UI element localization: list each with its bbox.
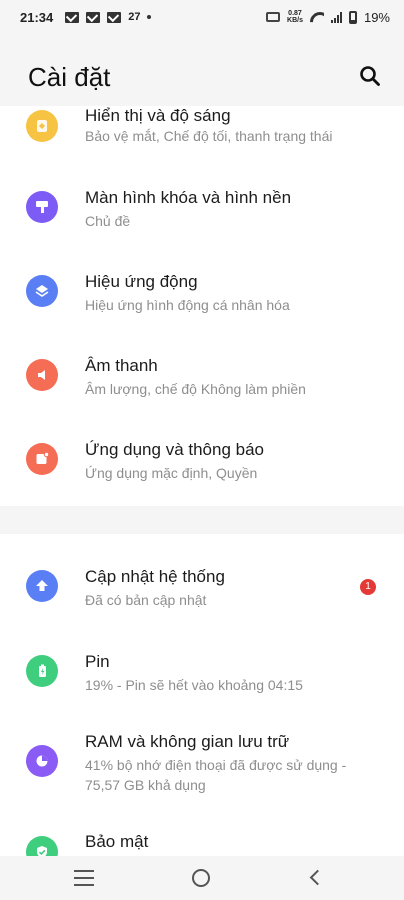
mail-notification-icon — [65, 11, 80, 23]
system-nav-bar — [0, 856, 404, 900]
setting-animations[interactable]: Hiệu ứng động Hiệu ứng hình động cá nhân… — [0, 250, 404, 334]
battery-status-icon — [348, 10, 357, 24]
setting-ram-storage[interactable]: RAM và không gian lưu trữ 41% bộ nhớ điệ… — [0, 702, 404, 806]
setting-subtitle: Chủ đề — [85, 213, 131, 229]
setting-apps-notifications[interactable]: Ứng dụng và thông báo Ứng dụng mặc định,… — [0, 418, 404, 502]
setting-subtitle: 19% - Pin sẽ hết vào khoảng 04:15 — [85, 677, 303, 693]
pie-chart-icon — [26, 745, 58, 777]
shield-check-icon — [26, 836, 58, 856]
signal-icon — [330, 11, 342, 23]
setting-subtitle: Hiệu ứng hình động cá nhân hóa — [85, 297, 290, 313]
speaker-icon — [26, 359, 58, 391]
settings-group-1: Hiển thị và độ sáng Bảo vệ mắt, Chế độ t… — [0, 106, 404, 506]
setting-title: RAM và không gian lưu trữ — [85, 732, 290, 751]
back-chevron-icon[interactable] — [309, 869, 326, 886]
search-icon — [360, 66, 380, 86]
setting-battery[interactable]: Pin 19% - Pin sẽ hết vào khoảng 04:15 — [0, 638, 404, 702]
network-speed-value: 0.87 — [288, 10, 302, 17]
status-bar: 21:34 27 0.87 KB/s 19% — [0, 0, 404, 34]
setting-subtitle: Bảo vệ mắt, Chế độ tối, thanh trạng thái — [85, 128, 333, 144]
wifi-icon — [310, 12, 324, 23]
setting-sound[interactable]: Âm thanh Âm lượng, chế độ Không làm phiề… — [0, 334, 404, 418]
battery-icon — [26, 655, 58, 687]
setting-subtitle: Ứng dụng mặc định, Quyền — [85, 465, 258, 481]
menu-icon[interactable] — [74, 870, 94, 886]
setting-title: Hiển thị và độ sáng — [85, 106, 231, 125]
brightness-icon — [26, 110, 58, 142]
setting-title: Âm thanh — [85, 356, 158, 375]
settings-group-2: Cập nhật hệ thống Đã có bản cập nhật 1 P… — [0, 534, 404, 856]
search-button[interactable] — [358, 64, 382, 88]
setting-title: Ứng dụng và thông báo — [85, 440, 264, 459]
status-right: 0.87 KB/s 19% — [266, 10, 390, 25]
setting-title: Hiệu ứng động — [85, 272, 198, 291]
mail-notification-icon — [107, 11, 122, 23]
network-speed: 0.87 KB/s — [287, 10, 303, 24]
setting-title: Bảo mật — [85, 832, 149, 851]
settings-screen: 21:34 27 0.87 KB/s 19% Cài đặt Hiển thị … — [0, 0, 404, 900]
temperature-text: 27 — [128, 11, 141, 23]
status-time: 21:34 — [20, 9, 54, 25]
setting-lockscreen-wallpaper[interactable]: Màn hình khóa và hình nền Chủ đề — [0, 166, 404, 250]
setting-title: Pin — [85, 652, 110, 671]
setting-subtitle: Âm lượng, chế độ Không làm phiền — [85, 381, 306, 397]
app-notification-icon — [26, 443, 58, 475]
update-arrow-icon — [26, 570, 58, 602]
more-notifications-dot-icon — [146, 15, 151, 19]
header: Cài đặt — [0, 34, 404, 106]
setting-title: Màn hình khóa và hình nền — [85, 188, 292, 207]
setting-system-update[interactable]: Cập nhật hệ thống Đã có bản cập nhật 1 — [0, 534, 404, 638]
home-circle-icon[interactable] — [192, 869, 210, 887]
layers-icon — [26, 275, 58, 307]
page-title: Cài đặt — [28, 62, 111, 92]
setting-display-brightness[interactable]: Hiển thị và độ sáng Bảo vệ mắt, Chế độ t… — [0, 106, 404, 166]
setting-title: Cập nhật hệ thống — [85, 567, 225, 586]
battery-percent: 19% — [363, 9, 390, 25]
update-count-badge: 1 — [360, 579, 376, 595]
vibrate-icon — [266, 12, 281, 22]
setting-security[interactable]: Bảo mật — [0, 822, 404, 856]
mail-notification-icon — [86, 11, 101, 23]
setting-subtitle: Đã có bản cập nhật — [85, 592, 207, 608]
paint-roller-icon — [26, 191, 58, 223]
network-speed-unit: KB/s — [287, 17, 303, 24]
setting-subtitle: 41% bộ nhớ điện thoại đã được sử dụng - … — [85, 757, 347, 793]
